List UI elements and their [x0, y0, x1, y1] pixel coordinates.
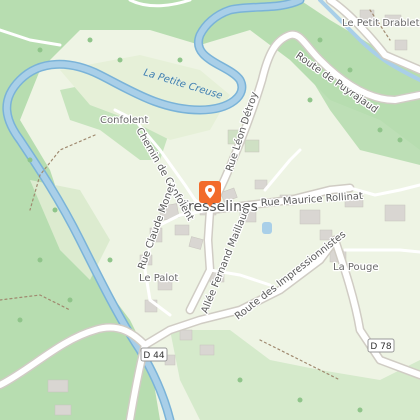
pond [262, 222, 272, 234]
svg-text:D 44: D 44 [143, 351, 165, 361]
place-label-le-palot: Le Palot [139, 273, 178, 284]
place-label-la-pouge: La Pouge [333, 262, 379, 273]
road-shield-d78: D 78 [367, 338, 395, 353]
map-canvas[interactable]: Confolent Le Petit Drablet Le Palot La P… [0, 0, 420, 420]
road-shield-d44: D 44 [140, 347, 168, 362]
svg-text:D 78: D 78 [370, 342, 392, 352]
place-label-le-petit-drablet: Le Petit Drablet [342, 18, 420, 29]
map-svg: Confolent Le Petit Drablet Le Palot La P… [0, 0, 420, 420]
place-label-confolent: Confolent [100, 115, 148, 126]
